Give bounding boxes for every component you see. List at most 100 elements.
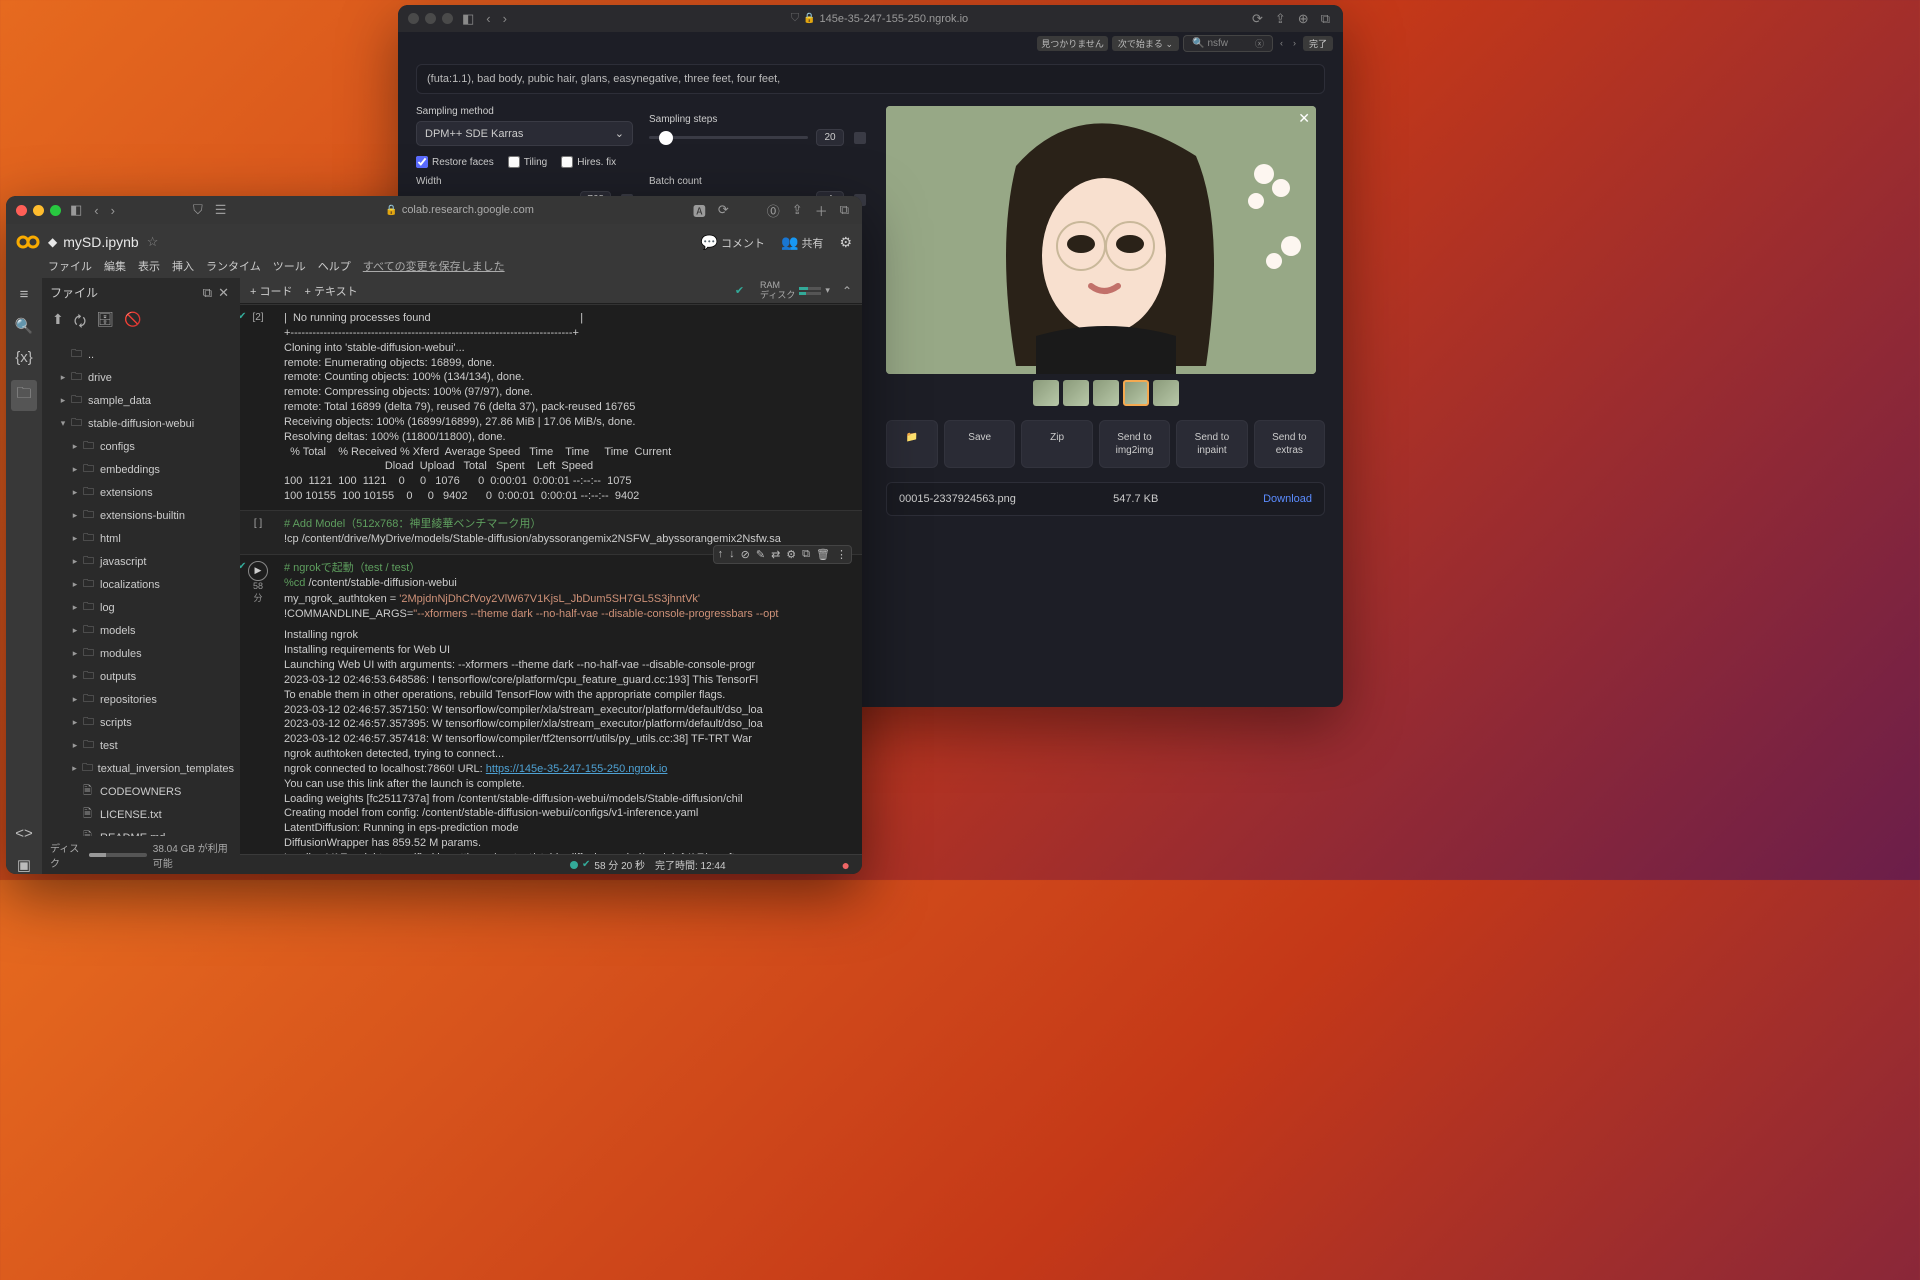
gear-icon[interactable]: ⚙: [839, 234, 852, 251]
ngrok-url-link[interactable]: https://145e-35-247-155-250.ngrok.io: [486, 763, 668, 775]
expand-arrow-icon[interactable]: ▸: [70, 625, 80, 636]
tree-folder[interactable]: ▸🗀embeddings: [42, 458, 240, 481]
shield-icon[interactable]: ⛉: [190, 202, 206, 218]
hidden-files-icon[interactable]: 🚫: [124, 311, 141, 335]
mount-drive-icon[interactable]: 🗄: [96, 311, 114, 335]
close-icon[interactable]: ✕: [1298, 110, 1310, 127]
mirror-cell-icon[interactable]: ⧉: [802, 548, 810, 561]
more-icon[interactable]: ⋮: [836, 548, 847, 561]
traffic-light-max[interactable]: [442, 13, 453, 24]
send-inpaint-button[interactable]: Send to inpaint: [1176, 420, 1247, 468]
thumbnail[interactable]: [1033, 380, 1059, 406]
expand-arrow-icon[interactable]: ▸: [70, 464, 80, 475]
comment-button[interactable]: 💬 コメント: [700, 234, 765, 251]
delete-icon[interactable]: 🗑: [816, 548, 830, 561]
notebook-title[interactable]: ◆mySD.ipynb: [48, 234, 139, 250]
expand-arrow-icon[interactable]: ▸: [70, 717, 80, 728]
expand-arrow-icon[interactable]: ▸: [70, 694, 80, 705]
expand-arrow-icon[interactable]: ▸: [70, 740, 80, 751]
reader-icon[interactable]: ☰: [212, 202, 230, 218]
thumbnail[interactable]: [1063, 380, 1089, 406]
download-icon[interactable]: ⓪: [764, 201, 783, 220]
send-extras-button[interactable]: Send to extras: [1254, 420, 1325, 468]
tree-folder[interactable]: ▸🗀log: [42, 596, 240, 619]
expand-arrow-icon[interactable]: ▸: [70, 441, 80, 452]
tree-folder[interactable]: ▾🗀stable-diffusion-webui: [42, 412, 240, 435]
address-bar[interactable]: ⛉ 🔒 145e-35-247-155-250.ngrok.io: [516, 12, 1243, 25]
tree-folder[interactable]: ▸🗀extensions-builtin: [42, 504, 240, 527]
tree-file[interactable]: 🗎CODEOWNERS: [42, 780, 240, 803]
tabs-icon[interactable]: ⧉: [1318, 11, 1333, 27]
newtab-icon[interactable]: ⊕: [1295, 11, 1312, 27]
move-down-icon[interactable]: ↓: [729, 548, 735, 561]
expand-arrow-icon[interactable]: ▸: [70, 556, 80, 567]
tree-folder[interactable]: ▸🗀configs: [42, 435, 240, 458]
traffic-light-close[interactable]: [408, 13, 419, 24]
terminal-icon[interactable]: ▣: [17, 856, 31, 874]
sampling-method-select[interactable]: DPM++ SDE Karras⌄: [416, 121, 633, 146]
expand-arrow-icon[interactable]: ▸: [70, 763, 79, 774]
add-text-button[interactable]: + テキスト: [304, 283, 357, 299]
files-icon[interactable]: 🗀: [11, 380, 36, 411]
menu-insert[interactable]: 挿入: [172, 258, 194, 274]
tiling-checkbox[interactable]: Tiling: [508, 156, 548, 168]
traffic-light-max[interactable]: [50, 205, 61, 216]
tree-folder[interactable]: ▸🗀repositories: [42, 688, 240, 711]
back-icon[interactable]: ‹: [91, 203, 101, 218]
forward-icon[interactable]: ›: [108, 203, 118, 218]
expand-arrow-icon[interactable]: ▸: [70, 579, 80, 590]
move-up-icon[interactable]: ↑: [718, 548, 724, 561]
expand-arrow-icon[interactable]: ▸: [70, 487, 80, 498]
code-icon[interactable]: <>: [15, 825, 33, 842]
download-link[interactable]: Download: [1263, 493, 1312, 505]
folder-button[interactable]: 📁: [886, 420, 938, 468]
refresh-icon[interactable]: 🗘: [74, 311, 87, 335]
tree-folder[interactable]: ▸🗀modules: [42, 642, 240, 665]
expand-arrow-icon[interactable]: ▸: [70, 602, 80, 613]
hires-fix-checkbox[interactable]: Hires. fix: [561, 156, 616, 168]
code-cell-running[interactable]: ↑↓⊘✎⇄⚙⧉🗑⋮ ✔ ▶ 58 分 # ngrokで起動（test / tes…: [240, 554, 862, 854]
traffic-light-close[interactable]: [16, 205, 27, 216]
tree-folder[interactable]: ▸🗀extensions: [42, 481, 240, 504]
back-icon[interactable]: ‹: [483, 11, 493, 26]
star-icon[interactable]: ☆: [147, 234, 159, 250]
menu-help[interactable]: ヘルプ: [318, 258, 351, 274]
newwindow-icon[interactable]: ⧉: [200, 285, 215, 301]
tree-folder[interactable]: ▸🗀test: [42, 734, 240, 757]
sampling-steps-value[interactable]: 20: [816, 129, 844, 146]
toc-icon[interactable]: ≡: [20, 286, 29, 303]
send-img2img-button[interactable]: Send to img2img: [1099, 420, 1170, 468]
link-icon[interactable]: ⊘: [741, 548, 750, 561]
menu-tools[interactable]: ツール: [273, 258, 306, 274]
reload-icon[interactable]: ⟳: [1249, 11, 1266, 27]
tree-folder[interactable]: ▸🗀outputs: [42, 665, 240, 688]
tree-folder[interactable]: 🗀..: [42, 343, 240, 366]
mirror-icon[interactable]: ⇄: [771, 548, 780, 561]
menu-runtime[interactable]: ランタイム: [206, 258, 261, 274]
expand-arrow-icon[interactable]: ▸: [70, 671, 80, 682]
save-button[interactable]: Save: [944, 420, 1015, 468]
find-done[interactable]: 完了: [1303, 36, 1333, 51]
address-bar[interactable]: 🔒colab.research.google.com: [235, 204, 683, 216]
edit-icon[interactable]: ✎: [756, 548, 765, 561]
restore-faces-checkbox[interactable]: Restore faces: [416, 156, 494, 168]
menu-view[interactable]: 表示: [138, 258, 160, 274]
negative-prompt-input[interactable]: (futa:1.1), bad body, pubic hair, glans,…: [416, 64, 1325, 94]
find-mode[interactable]: 次で始まる ⌄: [1112, 36, 1179, 51]
thumbnail[interactable]: [1153, 380, 1179, 406]
tree-file[interactable]: 🗎README.md: [42, 826, 240, 836]
tree-file[interactable]: 🗎LICENSE.txt: [42, 803, 240, 826]
share-button[interactable]: 👥 共有: [781, 234, 824, 251]
find-next[interactable]: ›: [1290, 38, 1299, 48]
collapse-icon[interactable]: ⌃: [842, 284, 852, 298]
sidebar-icon[interactable]: ◧: [459, 11, 477, 27]
share-icon[interactable]: ⇪: [789, 202, 806, 218]
sampling-steps-slider[interactable]: [649, 136, 808, 139]
translate-icon[interactable]: 🅰: [690, 201, 709, 220]
forward-icon[interactable]: ›: [500, 11, 510, 26]
gear-icon[interactable]: ⚙: [786, 548, 796, 561]
expand-arrow-icon[interactable]: ▸: [58, 395, 68, 406]
tree-folder[interactable]: ▸🗀models: [42, 619, 240, 642]
tabs-icon[interactable]: ⧉: [837, 202, 852, 218]
menu-file[interactable]: ファイル: [48, 258, 92, 274]
